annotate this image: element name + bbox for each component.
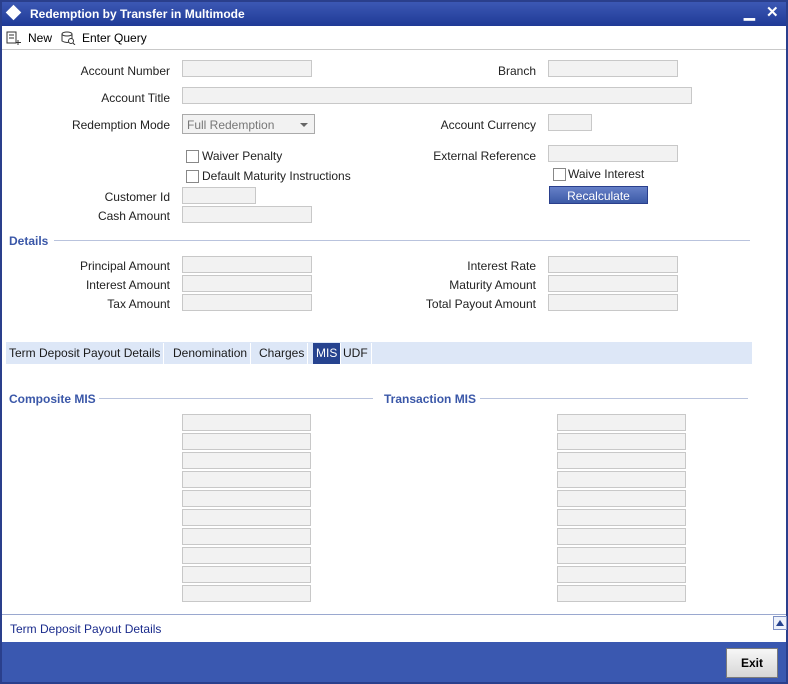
waive-interest-label: Waive Interest (568, 167, 645, 181)
transaction-mis-field[interactable] (557, 566, 686, 583)
tab-charges[interactable]: Charges (256, 343, 309, 364)
tab-bar: Term Deposit Payout Details Denomination… (6, 342, 752, 364)
bottom-bar (2, 642, 786, 682)
redemption-mode-label: Redemption Mode (71, 118, 170, 132)
account-number-label: Account Number (80, 64, 170, 78)
composite-mis-title: Composite MIS (9, 392, 96, 406)
transaction-mis-title: Transaction MIS (384, 392, 477, 406)
transaction-mis-field[interactable] (557, 471, 686, 488)
redemption-mode-select[interactable]: Full Redemption (182, 114, 315, 134)
transaction-mis-field[interactable] (557, 509, 686, 526)
branch-field[interactable] (548, 60, 678, 77)
new-button[interactable]: New (6, 29, 52, 47)
account-number-field[interactable] (182, 60, 312, 77)
total-payout-amount-label: Total Payout Amount (425, 297, 536, 311)
close-icon[interactable]: ✕ (766, 3, 779, 21)
composite-mis-field[interactable] (182, 566, 311, 583)
composite-mis-field[interactable] (182, 471, 311, 488)
interest-rate-field[interactable] (548, 256, 678, 273)
tab-mis[interactable]: MIS (313, 343, 342, 364)
transaction-mis-field[interactable] (557, 452, 686, 469)
footer-term-deposit-link[interactable]: Term Deposit Payout Details (10, 622, 161, 636)
account-title-label: Account Title (101, 91, 170, 105)
transaction-mis-field[interactable] (557, 585, 686, 602)
waiver-penalty-label: Waiver Penalty (202, 149, 283, 163)
new-label: New (28, 31, 53, 45)
waive-interest-checkbox[interactable] (553, 168, 566, 181)
composite-mis-field[interactable] (182, 547, 311, 564)
waiver-penalty-checkbox[interactable] (186, 150, 199, 163)
tab-udf[interactable]: UDF (340, 343, 372, 364)
account-currency-field[interactable] (548, 114, 592, 131)
tab-denomination[interactable]: Denomination (170, 343, 252, 364)
account-currency-label: Account Currency (440, 118, 536, 132)
account-title-field[interactable] (182, 87, 692, 104)
redemption-mode-value: Full Redemption (187, 118, 275, 132)
tab-term-deposit-payout-details[interactable]: Term Deposit Payout Details (6, 343, 165, 364)
cash-amount-field[interactable] (182, 206, 312, 223)
transaction-mis-field[interactable] (557, 433, 686, 450)
composite-mis-field[interactable] (182, 585, 311, 602)
enter-query-button[interactable]: Enter Query (60, 29, 147, 47)
composite-mis-field[interactable] (182, 433, 311, 450)
interest-amount-label: Interest Amount (85, 278, 170, 292)
query-icon (61, 31, 76, 45)
composite-mis-field[interactable] (182, 528, 311, 545)
tax-amount-field[interactable] (182, 294, 312, 311)
maturity-amount-field[interactable] (548, 275, 678, 292)
transaction-mis-divider (480, 398, 748, 399)
principal-amount-label: Principal Amount (79, 259, 170, 273)
tax-amount-label: Tax Amount (107, 297, 170, 311)
branch-label: Branch (497, 64, 536, 78)
principal-amount-field[interactable] (182, 256, 312, 273)
customer-id-field[interactable] (182, 187, 256, 204)
window-diamond-icon (5, 4, 22, 21)
details-section-title: Details (9, 234, 49, 248)
composite-mis-field[interactable] (182, 509, 311, 526)
details-divider (54, 240, 750, 241)
toolbar: New Enter Query (2, 26, 786, 50)
customer-id-label: Customer Id (104, 190, 170, 204)
window-title: Redemption by Transfer in Multimode (30, 7, 245, 21)
transaction-mis-field[interactable] (557, 528, 686, 545)
composite-mis-divider (99, 398, 373, 399)
enter-query-label: Enter Query (82, 31, 147, 45)
chevron-down-icon (300, 123, 308, 127)
interest-rate-label: Interest Rate (467, 259, 536, 273)
maturity-amount-label: Maturity Amount (449, 278, 536, 292)
redemption-window: Redemption by Transfer in Multimode ▁ ✕ … (0, 0, 788, 684)
footer-separator (2, 614, 786, 615)
external-reference-label: External Reference (433, 149, 536, 163)
composite-mis-field[interactable] (182, 414, 311, 431)
composite-mis-field[interactable] (182, 452, 311, 469)
recalculate-button[interactable]: Recalculate (549, 186, 648, 204)
default-maturity-checkbox[interactable] (186, 170, 199, 183)
collapse-up-icon[interactable] (773, 616, 787, 630)
new-doc-icon (6, 31, 21, 45)
minimize-icon[interactable]: ▁ (744, 4, 755, 21)
title-bar: Redemption by Transfer in Multimode ▁ ✕ (2, 2, 786, 26)
composite-mis-field[interactable] (182, 490, 311, 507)
transaction-mis-field[interactable] (557, 547, 686, 564)
interest-amount-field[interactable] (182, 275, 312, 292)
exit-button[interactable]: Exit (726, 648, 778, 678)
cash-amount-label: Cash Amount (97, 209, 170, 223)
transaction-mis-field[interactable] (557, 490, 686, 507)
external-reference-field[interactable] (548, 145, 678, 162)
total-payout-amount-field[interactable] (548, 294, 678, 311)
transaction-mis-field[interactable] (557, 414, 686, 431)
default-maturity-label: Default Maturity Instructions (202, 169, 351, 183)
